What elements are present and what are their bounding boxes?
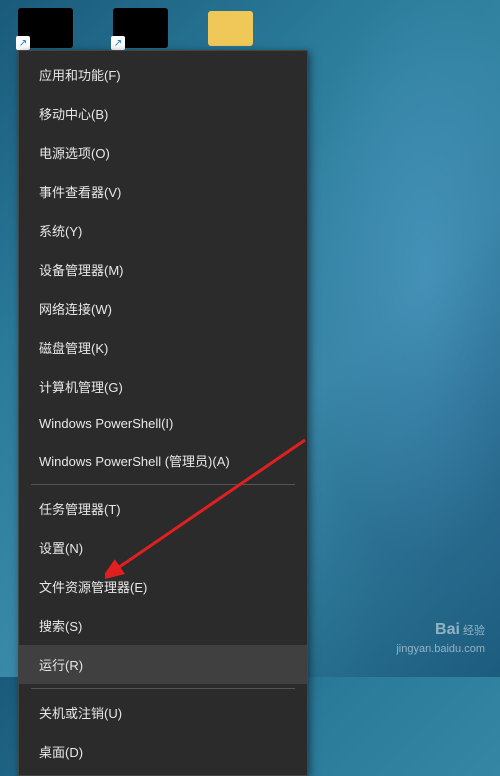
shortcut-badge-icon: ↗ [16, 36, 30, 50]
watermark-brand: 经验 [463, 625, 485, 637]
watermark-logo: Bai [435, 621, 460, 638]
winx-context-menu: 应用和功能(F) 移动中心(B) 电源选项(O) 事件查看器(V) 系统(Y) … [18, 50, 308, 776]
menu-item-device-manager[interactable]: 设备管理器(M) [19, 250, 307, 289]
menu-item-file-explorer[interactable]: 文件资源管理器(E) [19, 567, 307, 606]
desktop-icon-folder[interactable] [208, 11, 253, 46]
menu-item-search[interactable]: 搜索(S) [19, 606, 307, 645]
menu-item-event-viewer[interactable]: 事件查看器(V) [19, 172, 307, 211]
menu-item-disk-management[interactable]: 磁盘管理(K) [19, 328, 307, 367]
menu-item-powershell[interactable]: Windows PowerShell(I) [19, 406, 307, 441]
menu-item-settings[interactable]: 设置(N) [19, 528, 307, 567]
menu-item-run[interactable]: 运行(R) [19, 645, 307, 684]
menu-item-apps-features[interactable]: 应用和功能(F) [19, 55, 307, 94]
menu-divider [31, 484, 295, 485]
desktop-icon-1[interactable]: ↗ [18, 8, 73, 48]
menu-item-powershell-admin[interactable]: Windows PowerShell (管理员)(A) [19, 441, 307, 480]
watermark: Bai 经验 jingyan.baidu.com [396, 619, 485, 657]
menu-divider [31, 688, 295, 689]
menu-item-network-connections[interactable]: 网络连接(W) [19, 289, 307, 328]
menu-item-power-options[interactable]: 电源选项(O) [19, 133, 307, 172]
menu-item-system[interactable]: 系统(Y) [19, 211, 307, 250]
menu-item-computer-management[interactable]: 计算机管理(G) [19, 367, 307, 406]
desktop-icons-row: ↗ ↗ [18, 8, 253, 48]
menu-item-shutdown-signout[interactable]: 关机或注销(U) [19, 693, 307, 732]
desktop-icon-2[interactable]: ↗ [113, 8, 168, 48]
menu-item-task-manager[interactable]: 任务管理器(T) [19, 489, 307, 528]
menu-item-mobility-center[interactable]: 移动中心(B) [19, 94, 307, 133]
shortcut-badge-icon: ↗ [111, 36, 125, 50]
watermark-url: jingyan.baidu.com [396, 642, 485, 657]
menu-item-desktop[interactable]: 桌面(D) [19, 732, 307, 771]
